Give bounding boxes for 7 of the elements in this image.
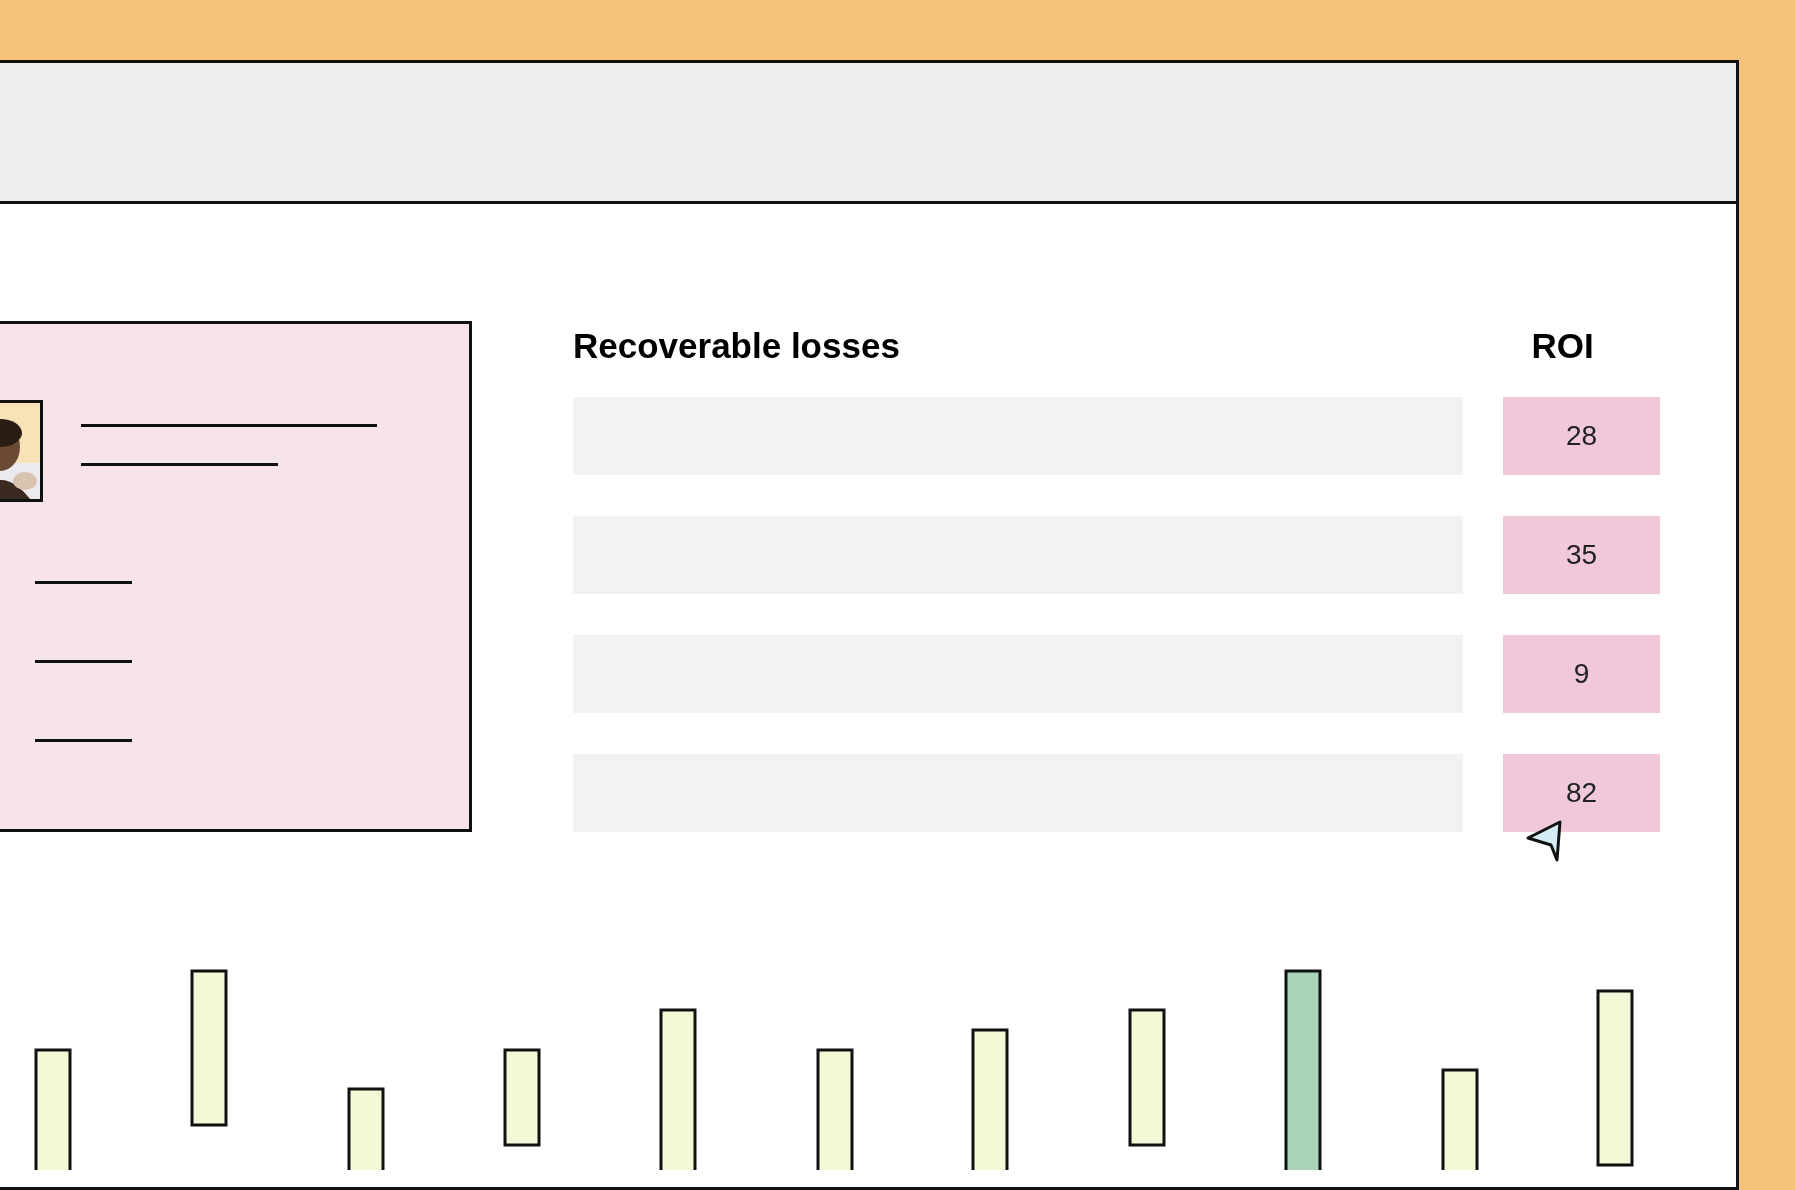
roi-value: 82 xyxy=(1503,754,1660,832)
roi-value: 28 xyxy=(1503,397,1660,475)
roi-value: 35 xyxy=(1503,516,1660,594)
column-header: ROI xyxy=(1531,326,1594,365)
cursor-icon xyxy=(1524,818,1564,864)
column-header: Recoverable losses xyxy=(573,326,901,364)
roi-value: 9 xyxy=(1503,635,1660,713)
